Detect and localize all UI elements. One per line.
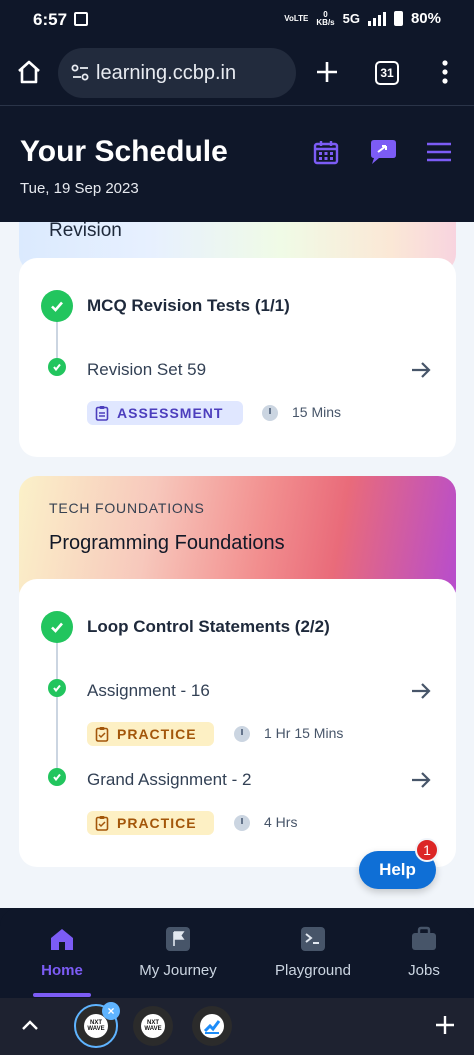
schedule-date: Tue, 19 Sep 2023 [20, 180, 139, 197]
status-time: 6:57 [33, 10, 68, 29]
volte-label: VoLTE [284, 13, 309, 23]
bottom-navigation: Home My Journey Playground Jobs [0, 908, 474, 998]
calendar-icon[interactable] [311, 137, 341, 167]
practice-tag: PRACTICE [87, 811, 214, 835]
url-text: learning.ccbp.in [96, 61, 237, 84]
gallery-notification-icon [74, 12, 88, 26]
tag-label: PRACTICE [117, 726, 197, 742]
item-title[interactable]: Grand Assignment - 2 [87, 770, 251, 790]
data-rate-unit: KB/s [316, 17, 335, 27]
arrow-right-icon[interactable] [409, 358, 433, 382]
nav-item-playground[interactable]: Playground [258, 926, 368, 979]
practice-tag: PRACTICE [87, 722, 214, 746]
arrow-right-icon[interactable] [409, 679, 433, 703]
more-options-icon[interactable] [434, 58, 456, 86]
clock-icon [234, 726, 250, 742]
bubble-label: NXT WAVE [87, 1020, 105, 1032]
clock-icon [234, 815, 250, 831]
chat-icon[interactable] [368, 137, 398, 167]
help-label: Help [379, 860, 416, 879]
clipboard-check-icon [95, 727, 109, 742]
nav-label: Jobs [408, 962, 440, 979]
item-title[interactable]: Assignment - 16 [87, 681, 210, 701]
browser-toolbar: learning.ccbp.in 31 [0, 40, 474, 106]
signal-icon [367, 11, 386, 26]
schedule-content[interactable]: Revision MCQ Revision Tests (1/1) Revisi… [0, 222, 474, 908]
tab-switcher-button[interactable]: 31 [375, 61, 399, 85]
briefcase-icon [412, 926, 436, 950]
item-title[interactable]: Revision Set 59 [87, 360, 206, 380]
tag-label: PRACTICE [117, 815, 197, 831]
nav-item-my-journey[interactable]: My Journey [123, 926, 233, 979]
completed-check-icon [41, 290, 73, 322]
menu-icon[interactable] [424, 137, 454, 167]
terminal-icon [301, 927, 325, 951]
app-bubble-bar: NXT WAVE × NXT WAVE [0, 998, 474, 1055]
completed-check-icon [48, 358, 66, 376]
bubble-label: NXT WAVE [144, 1020, 162, 1032]
address-bar[interactable]: learning.ccbp.in [58, 48, 296, 98]
topic-card: MCQ Revision Tests (1/1) Revision Set 59… [19, 258, 456, 457]
badge-count: 1 [423, 842, 431, 858]
nav-item-jobs[interactable]: Jobs [369, 926, 474, 979]
section-kicker: TECH FOUNDATIONS [49, 500, 205, 516]
topic-card: Loop Control Statements (2/2) Assignment… [19, 579, 456, 867]
clock-icon [262, 405, 278, 421]
volte-indicator: VoLTE [284, 13, 309, 23]
duration: 4 Hrs [264, 814, 298, 830]
app-header: Your Schedule Tue, 19 Sep 2023 [0, 107, 474, 222]
clipboard-icon [95, 406, 109, 421]
completed-check-icon [41, 611, 73, 643]
completed-check-icon [48, 768, 66, 786]
network-label: 5G [342, 11, 360, 26]
status-bar: 6:57 VoLTE 0 KB/s 5G 80% [0, 0, 474, 40]
battery-level: 80% [410, 10, 441, 27]
add-bubble-icon[interactable] [434, 1014, 456, 1036]
assessment-tag: ASSESSMENT [87, 401, 243, 425]
nav-label: My Journey [139, 962, 217, 979]
arrow-right-icon[interactable] [409, 768, 433, 792]
nxtwave-logo: NXT WAVE [141, 1014, 165, 1038]
close-bubble-icon[interactable]: × [102, 1002, 120, 1020]
nav-label: Playground [275, 962, 351, 979]
home-icon [51, 929, 73, 950]
status-indicators: VoLTE 0 KB/s 5G 80% [284, 10, 441, 27]
new-tab-icon[interactable] [313, 58, 341, 86]
app-bubble[interactable] [192, 1006, 232, 1046]
data-rate-indicator: 0 KB/s [316, 10, 335, 27]
page-title: Your Schedule [20, 135, 228, 168]
duration: 1 Hr 15 Mins [264, 725, 344, 741]
battery-icon [393, 11, 403, 26]
clipboard-check-icon [95, 816, 109, 831]
timeline-line [56, 631, 58, 779]
site-settings-icon[interactable] [68, 60, 94, 86]
tag-label: ASSESSMENT [117, 405, 224, 421]
flag-icon [166, 927, 190, 951]
section-title: Revision [49, 222, 122, 241]
topic-title: Loop Control Statements (2/2) [87, 617, 330, 636]
chevron-up-icon[interactable] [20, 1016, 40, 1036]
section-title: Programming Foundations [49, 532, 285, 554]
app-bubble[interactable]: NXT WAVE [133, 1006, 173, 1046]
help-notification-badge: 1 [415, 838, 439, 862]
topic-title: MCQ Revision Tests (1/1) [87, 296, 290, 315]
active-tab-indicator [33, 993, 91, 997]
tab-count: 31 [380, 66, 394, 80]
chart-app-icon [200, 1014, 224, 1038]
nav-item-home[interactable]: Home [7, 926, 117, 979]
nav-label: Home [41, 962, 83, 979]
home-icon[interactable] [15, 58, 43, 86]
duration: 15 Mins [292, 404, 342, 420]
completed-check-icon [48, 679, 66, 697]
